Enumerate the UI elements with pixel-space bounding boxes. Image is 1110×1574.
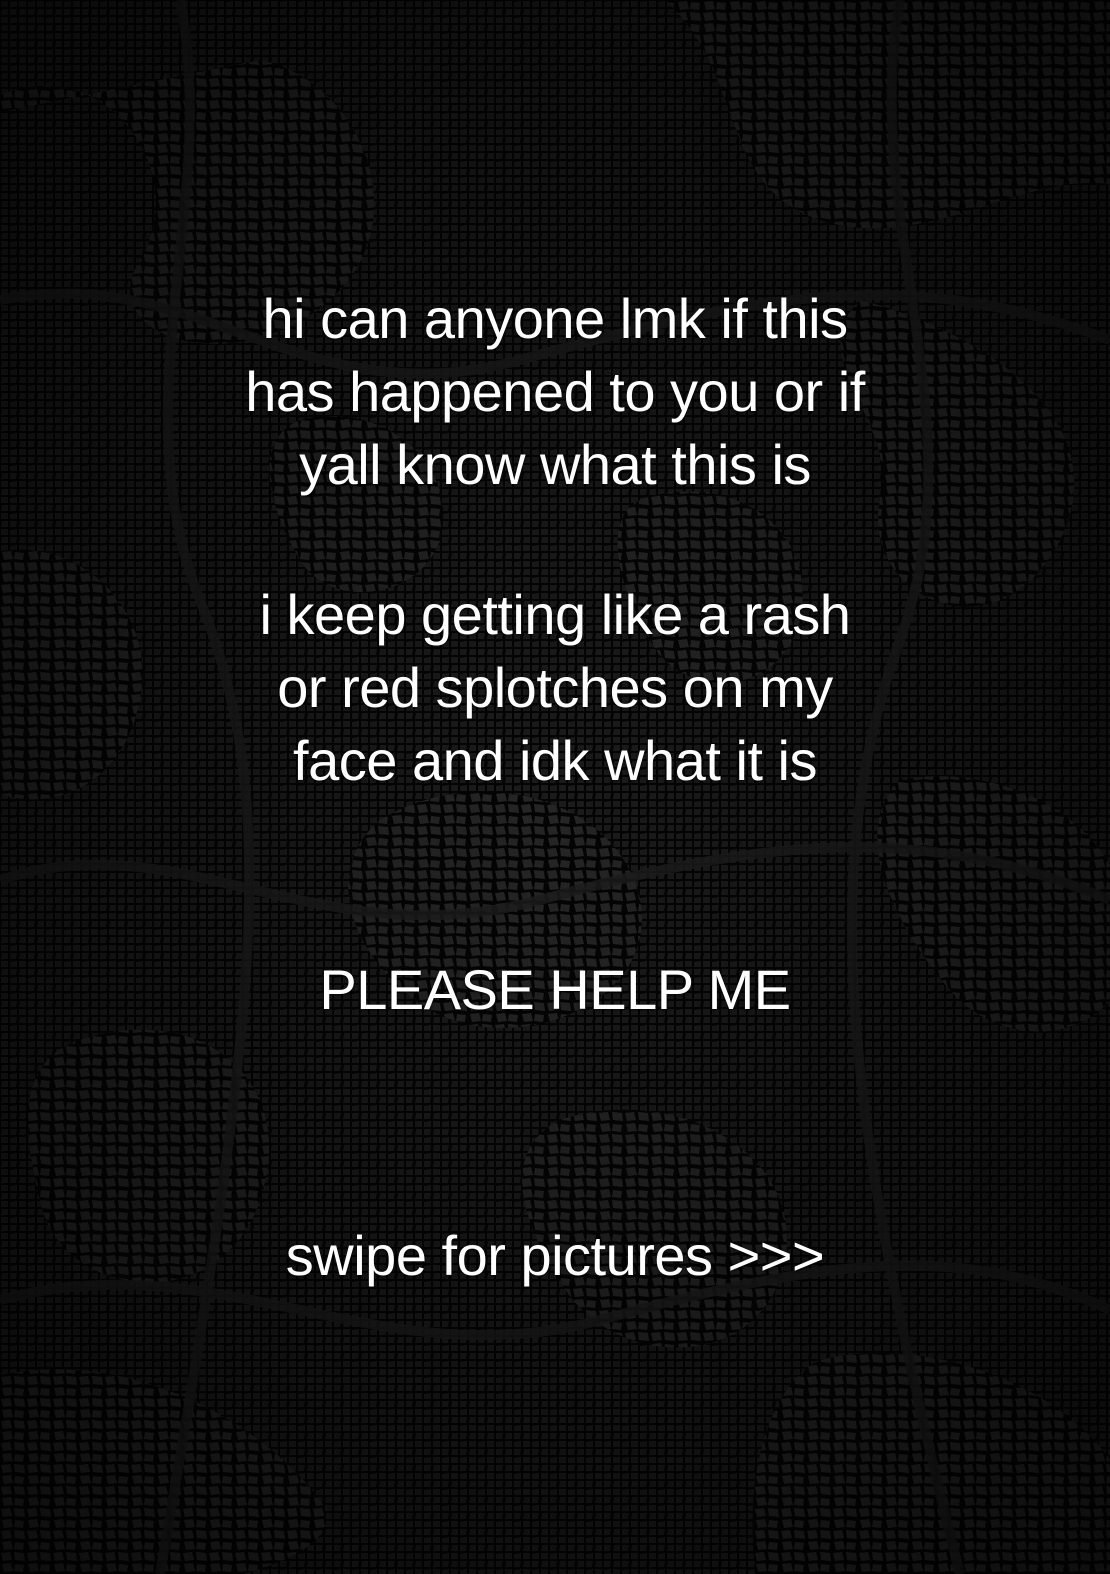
caption-overlay: hi can anyone lmk if this has happened t… bbox=[0, 0, 1110, 1574]
rash-line-3: face and idk what it is bbox=[293, 729, 817, 792]
question-line-3: yall know what this is bbox=[299, 433, 811, 496]
question-text-block: hi can anyone lmk if this has happened t… bbox=[0, 282, 1110, 501]
rash-line-1: i keep getting like a rash bbox=[259, 583, 851, 646]
help-line: PLEASE HELP ME bbox=[319, 958, 791, 1021]
rash-line-2: or red splotches on my bbox=[277, 656, 833, 719]
help-plea-text: PLEASE HELP ME bbox=[0, 953, 1110, 1026]
slide: hi can anyone lmk if this has happened t… bbox=[0, 0, 1110, 1574]
question-line-1: hi can anyone lmk if this bbox=[262, 287, 848, 350]
rash-description-block: i keep getting like a rash or red splotc… bbox=[0, 578, 1110, 797]
swipe-hint-text: swipe for pictures >>> bbox=[0, 1219, 1110, 1292]
question-line-2: has happened to you or if bbox=[245, 360, 865, 423]
swipe-line: swipe for pictures >>> bbox=[285, 1224, 825, 1287]
